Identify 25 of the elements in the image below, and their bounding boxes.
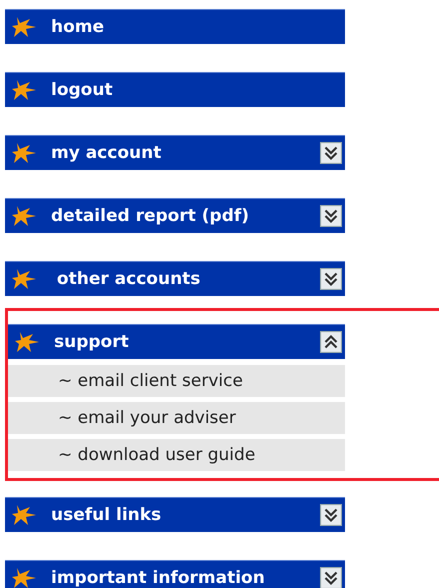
menu-bar[interactable]: other accounts (5, 261, 345, 296)
expand-icon[interactable] (320, 504, 342, 526)
menu-bar[interactable]: my account (5, 135, 345, 170)
expand-icon[interactable] (320, 268, 342, 290)
menu-bar[interactable]: useful links (5, 497, 345, 532)
menu-bar[interactable]: support (8, 324, 345, 359)
star-icon (14, 331, 40, 353)
star-icon (11, 16, 37, 38)
expand-icon[interactable] (320, 142, 342, 164)
menu-bar[interactable]: detailed report (pdf) (5, 198, 345, 233)
collapse-icon[interactable] (320, 331, 342, 353)
menu-bar[interactable]: important information (5, 560, 345, 588)
star-icon (11, 142, 37, 164)
submenu-link[interactable]: ~ download user guide (8, 439, 345, 471)
star-icon (11, 79, 37, 101)
star-icon (11, 567, 37, 588)
star-icon (11, 504, 37, 526)
submenu-link[interactable]: ~ email your adviser (8, 402, 345, 434)
menu-bar[interactable]: logout (5, 72, 345, 107)
menu-bar[interactable]: home (5, 9, 345, 44)
expand-icon[interactable] (320, 567, 342, 588)
submenu-link[interactable]: ~ email client service (8, 365, 345, 397)
star-icon (11, 268, 37, 290)
expand-icon[interactable] (320, 205, 342, 227)
star-icon (11, 205, 37, 227)
